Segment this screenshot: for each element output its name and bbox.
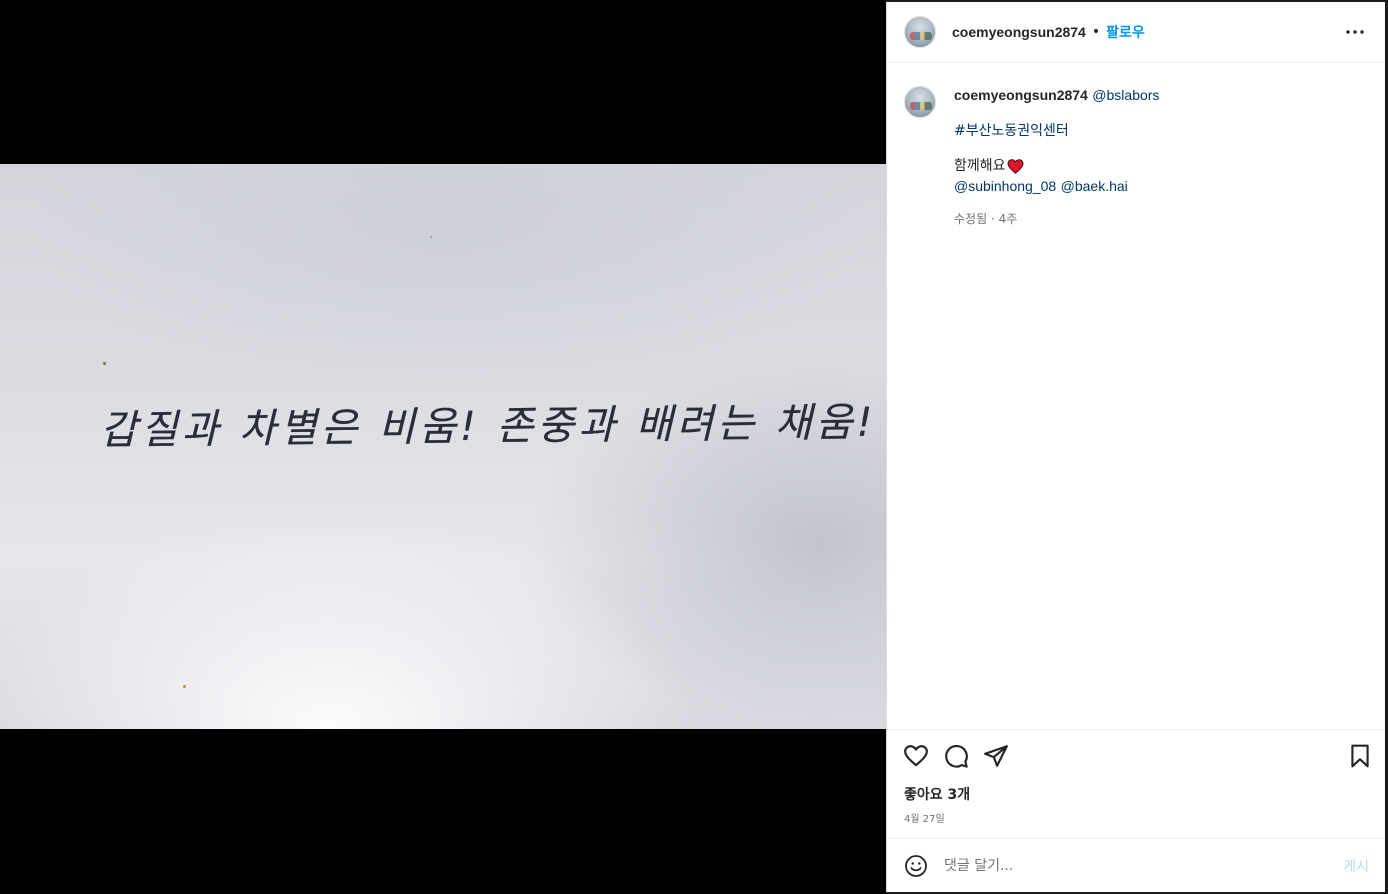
likes-count[interactable]: 좋아요 3개 (904, 784, 970, 804)
caption-body: coemyeongsun2874 @bslabors #부산노동권익센터 함께해… (954, 86, 1159, 227)
comment-bar: 게시 (887, 838, 1385, 892)
post-header: coemyeongsun2874 • 팔로우 (887, 2, 1385, 63)
like-heart-icon[interactable] (903, 743, 929, 769)
separator-dot: • (1091, 24, 1101, 40)
bookmark-icon[interactable] (1347, 743, 1373, 769)
author-username[interactable]: coemyeongsun2874 (952, 24, 1086, 40)
caption: coemyeongsun2874 @bslabors #부산노동권익센터 함께해… (904, 86, 1369, 227)
post-media: 갑질과 차별은 비움! 존중과 배려는 채움! (0, 0, 886, 894)
post-date: 4월 27일 (904, 814, 945, 825)
together-text: 함께해요 (954, 158, 1006, 174)
action-bar (887, 729, 1385, 785)
red-heart-icon (1007, 158, 1024, 174)
caption-username[interactable]: coemyeongsun2874 (954, 87, 1088, 103)
post-side-panel: coemyeongsun2874 • 팔로우 coemyeongsun2874 … (886, 2, 1385, 892)
emoji-smiley-icon[interactable] (904, 854, 928, 878)
mention-link[interactable]: @subinhong_08 (954, 178, 1056, 194)
more-options-button[interactable] (1343, 20, 1367, 44)
share-paper-plane-icon[interactable] (983, 743, 1009, 769)
mention-link[interactable]: @baek.hai (1061, 178, 1128, 194)
caption-row: coemyeongsun2874 @bslabors #부산노동권익센터 함께해… (904, 86, 1369, 227)
paper-speck (183, 685, 186, 688)
post-comment-button[interactable]: 게시 (1343, 856, 1369, 876)
hashtag-link[interactable]: #부산노동권익센터 (954, 123, 1069, 139)
paper-speck (103, 362, 106, 365)
handwritten-message: 갑질과 차별은 비움! 존중과 배려는 채움! (99, 399, 877, 454)
caption-head: coemyeongsun2874 @bslabors (954, 86, 1159, 105)
caption-mention[interactable]: @bslabors (1092, 87, 1159, 103)
comment-input[interactable] (944, 857, 1324, 874)
paper-speck (430, 236, 432, 238)
caption-hashtag-line: #부산노동권익센터 (954, 122, 1159, 140)
caption-together-line: 함께해요 (954, 157, 1159, 175)
caption-mentions-line: @subinhong_08 @baek.hai (954, 177, 1159, 196)
more-horizontal-icon (1346, 30, 1364, 34)
caption-meta: 수정됨 · 4주 (954, 212, 1018, 226)
avatar[interactable] (904, 86, 936, 118)
comment-bubble-icon[interactable] (943, 743, 969, 769)
avatar[interactable] (904, 16, 936, 48)
post-photo[interactable]: 갑질과 차별은 비움! 존중과 배려는 채움! (0, 164, 886, 729)
instagram-post-modal: 갑질과 차별은 비움! 존중과 배려는 채움! coemyeongsun2874… (0, 0, 1388, 894)
follow-button[interactable]: 팔로우 (1106, 22, 1145, 42)
